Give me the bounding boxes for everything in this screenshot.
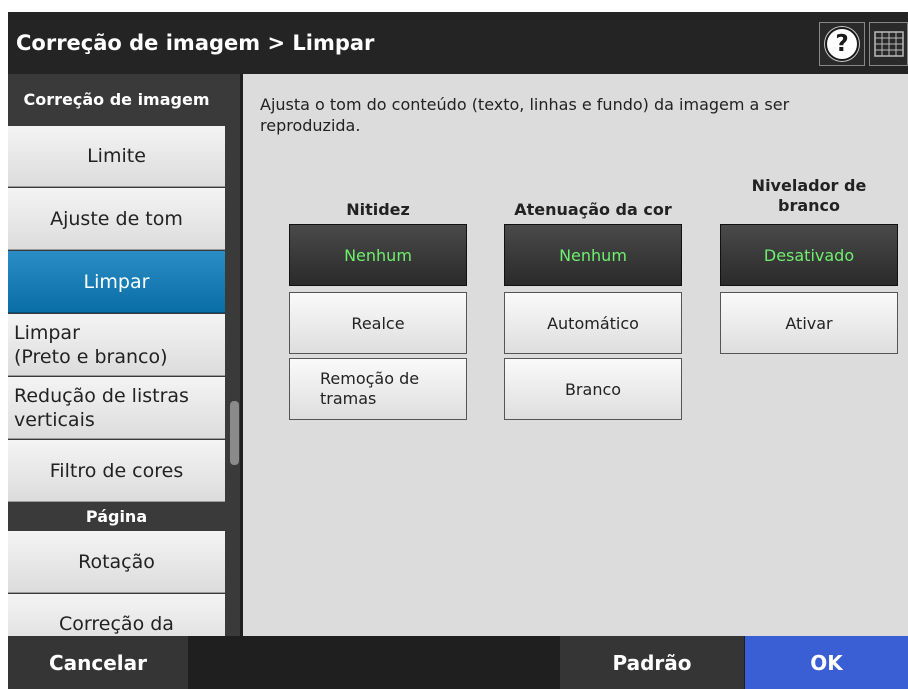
default-button[interactable]: Padrão xyxy=(560,636,744,689)
column-header-nitidez: Nitidez xyxy=(346,200,410,219)
option-nivelador-desativado[interactable]: Desativado xyxy=(720,224,898,286)
sidebar-item-limpar-preto-e-branco[interactable]: Limpar (Preto e branco) xyxy=(8,314,225,376)
bottom-bar: Cancelar Padrão OK xyxy=(8,636,908,689)
sidebar: Correção de imagem Limite Ajuste de tom … xyxy=(8,74,240,636)
sidebar-scrollbar-thumb[interactable] xyxy=(230,401,239,465)
column-header-nivelador-de-branco: Nivelador de branco xyxy=(751,176,867,215)
main-panel: Ajusta o tom do conteúdo (texto, linhas … xyxy=(243,74,908,636)
option-nitidez-remocao-de-tramas[interactable]: Remoção de tramas xyxy=(289,358,467,420)
description-text: Ajusta o tom do conteúdo (texto, linhas … xyxy=(260,95,790,135)
page-title: Correção de imagem > Limpar xyxy=(16,31,375,55)
option-atenuacao-automatico[interactable]: Automático xyxy=(504,292,682,354)
keyboard-icon xyxy=(873,31,904,57)
column-header-atenuacao-da-cor: Atenuação da cor xyxy=(514,200,672,219)
sidebar-item-limpar[interactable]: Limpar xyxy=(8,251,225,313)
help-button[interactable]: ? xyxy=(819,22,865,66)
option-nivelador-ativar[interactable]: Ativar xyxy=(720,292,898,354)
option-nitidez-realce[interactable]: Realce xyxy=(289,292,467,354)
sidebar-item-correcao-da[interactable]: Correção da xyxy=(8,594,225,636)
sidebar-item-rotacao[interactable]: Rotação xyxy=(8,531,225,593)
sidebar-section-page: Página xyxy=(8,503,225,531)
sidebar-item-reducao-de-listras[interactable]: Redução de listras verticais xyxy=(8,377,225,439)
app-screen: Correção de imagem > Limpar ? Correção d… xyxy=(8,12,908,689)
keyboard-button[interactable] xyxy=(869,22,908,66)
sidebar-item-filtro-de-cores[interactable]: Filtro de cores xyxy=(8,440,225,502)
ok-button[interactable]: OK xyxy=(745,636,908,689)
cancel-button[interactable]: Cancelar xyxy=(8,636,188,689)
sidebar-scrollbar-track[interactable] xyxy=(227,74,239,636)
title-bar: Correção de imagem > Limpar ? xyxy=(8,12,908,74)
sidebar-section-image-correction: Correção de imagem xyxy=(8,74,225,126)
help-icon: ? xyxy=(825,27,859,61)
option-nitidez-nenhum[interactable]: Nenhum xyxy=(289,224,467,286)
option-atenuacao-nenhum[interactable]: Nenhum xyxy=(504,224,682,286)
option-atenuacao-branco[interactable]: Branco xyxy=(504,358,682,420)
sidebar-item-ajuste-de-tom[interactable]: Ajuste de tom xyxy=(8,188,225,250)
sidebar-item-limite[interactable]: Limite xyxy=(8,126,225,187)
